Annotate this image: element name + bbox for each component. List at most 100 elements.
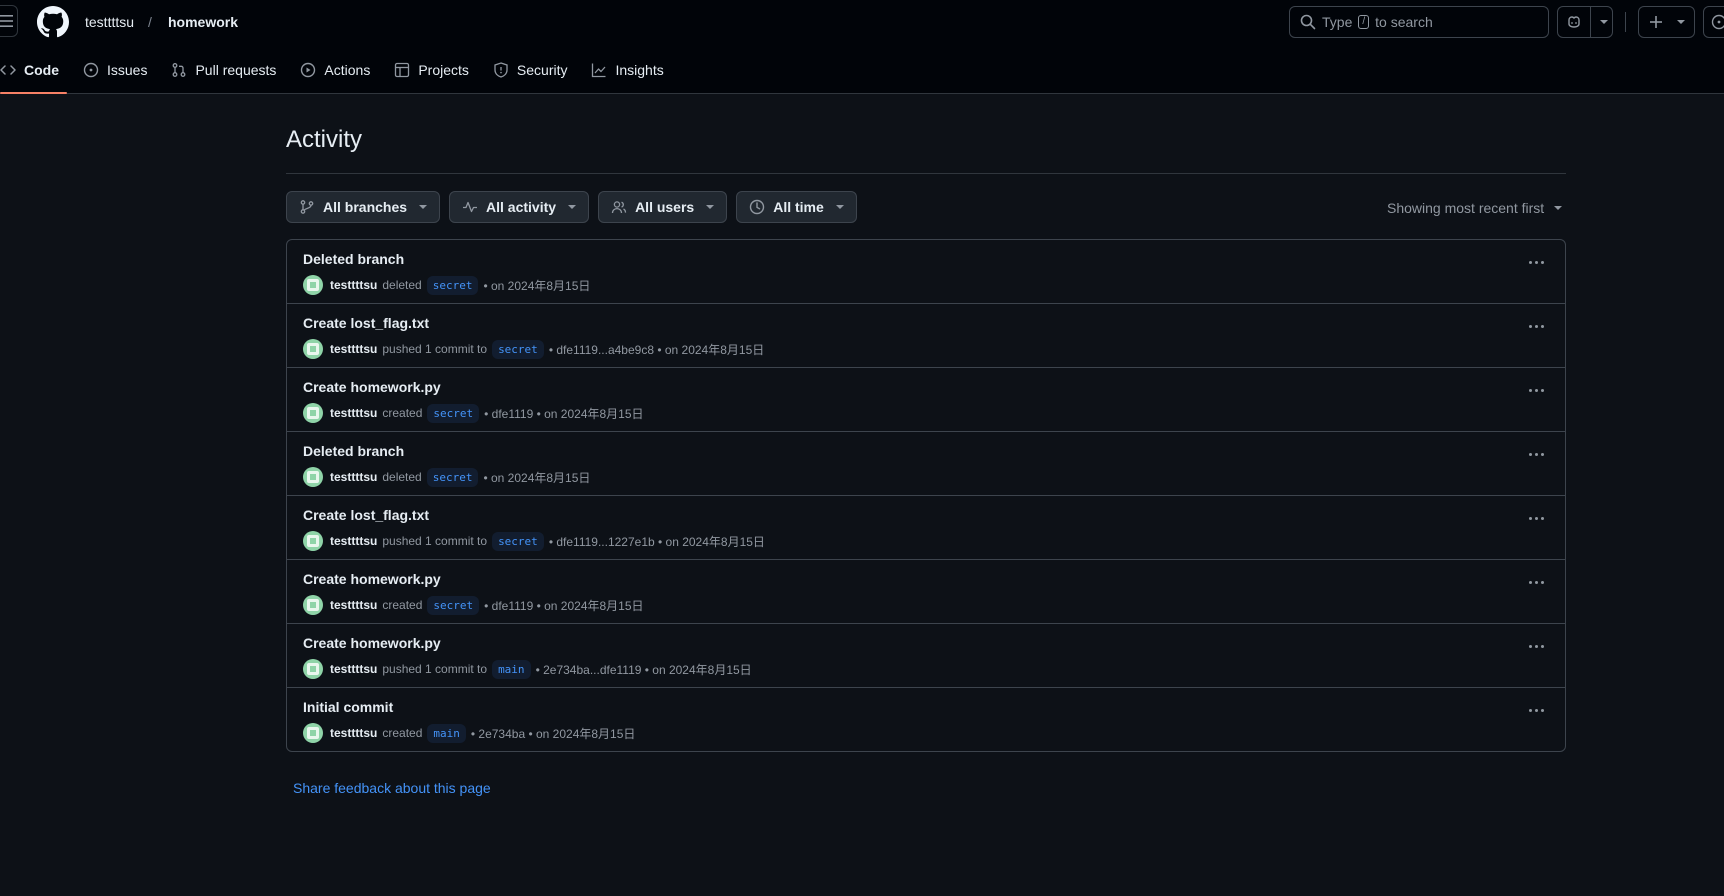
chevron-down-icon <box>835 205 844 209</box>
branch-filter-button[interactable]: All branches <box>286 191 441 223</box>
kebab-horizontal-icon[interactable] <box>1521 380 1551 400</box>
kebab-horizontal-icon[interactable] <box>1521 252 1551 272</box>
activity-meta: testtttsu created secret • dfe1119 • on … <box>303 595 644 615</box>
menu-button[interactable] <box>0 5 18 37</box>
activity-suffix: • dfe1119...1227e1b • on 2024年8月15日 <box>548 534 765 549</box>
activity-title[interactable]: Create homework.py <box>303 635 441 651</box>
activity-meta: testtttsu deleted secret • on 2024年8月15日 <box>303 467 590 487</box>
sort-dropdown[interactable]: Showing most recent first <box>1387 200 1563 216</box>
activity-meta: testtttsu created secret • dfe1119 • on … <box>303 403 644 423</box>
branch-label[interactable]: secret <box>492 339 544 359</box>
branch-label[interactable]: secret <box>426 275 479 295</box>
tab-actions[interactable]: Actions <box>292 52 378 88</box>
git-branch-icon <box>300 200 314 214</box>
breadcrumb-separator: / <box>148 14 152 30</box>
copilot-dropdown[interactable] <box>1591 20 1612 24</box>
chevron-down-icon <box>568 205 577 209</box>
branch-label[interactable]: secret <box>427 595 480 615</box>
activity-title[interactable]: Create lost_flag.txt <box>303 315 429 331</box>
avatar[interactable] <box>303 275 323 295</box>
activity-user[interactable]: testtttsu <box>330 726 377 740</box>
kebab-horizontal-icon[interactable] <box>1521 700 1551 720</box>
activity-user[interactable]: testtttsu <box>330 278 377 292</box>
copilot-icon <box>1568 16 1580 28</box>
chevron-down-icon <box>1554 206 1563 210</box>
github-logo-icon[interactable] <box>37 6 69 38</box>
tab-insights[interactable]: Insights <box>583 52 671 88</box>
activity-user[interactable]: testtttsu <box>330 342 377 356</box>
activity-user[interactable]: testtttsu <box>330 662 377 676</box>
branch-label[interactable]: secret <box>426 467 479 487</box>
tab-label: Issues <box>107 62 148 78</box>
activity-suffix: • 2e734ba...dfe1119 • on 2024年8月15日 <box>535 662 752 677</box>
kebab-horizontal-icon[interactable] <box>1521 444 1551 464</box>
tab-code[interactable]: Code <box>0 52 67 94</box>
activity-suffix: • 2e734ba • on 2024年8月15日 <box>470 726 636 741</box>
avatar[interactable] <box>303 339 323 359</box>
breadcrumb-repo[interactable]: homework <box>168 14 238 30</box>
your-issues-button[interactable] <box>1703 6 1724 38</box>
search-placeholder: Type <box>1322 14 1353 30</box>
list-item: Deleted branch testtttsu deleted secret … <box>287 432 1565 496</box>
avatar[interactable] <box>303 531 323 551</box>
activity-title[interactable]: Create lost_flag.txt <box>303 507 429 523</box>
activity-meta: testtttsu deleted secret • on 2024年8月15日 <box>303 275 590 295</box>
shield-icon <box>494 62 508 78</box>
title-divider <box>286 173 1566 174</box>
activity-suffix: • dfe1119 • on 2024年8月15日 <box>484 406 644 421</box>
copilot-button[interactable] <box>1558 7 1591 37</box>
activity-user[interactable]: testtttsu <box>330 534 377 548</box>
branch-label[interactable]: secret <box>427 403 480 423</box>
activity-suffix: • on 2024年8月15日 <box>483 278 591 293</box>
branch-label[interactable]: main <box>427 723 466 743</box>
activity-suffix: • on 2024年8月15日 <box>483 470 591 485</box>
activity-meta: testtttsu pushed 1 commit to secret • df… <box>303 339 764 359</box>
activity-action: pushed 1 commit to <box>382 342 488 356</box>
issue-opened-icon <box>1711 14 1724 30</box>
table-icon <box>395 62 410 78</box>
list-item: Create homework.py testtttsu created sec… <box>287 560 1565 624</box>
activity-user[interactable]: testtttsu <box>330 470 377 484</box>
kebab-horizontal-icon[interactable] <box>1521 316 1551 336</box>
branch-label[interactable]: main <box>492 659 531 679</box>
copilot-button-group[interactable] <box>1557 6 1613 38</box>
activity-action: deleted <box>382 470 422 484</box>
avatar[interactable] <box>303 659 323 679</box>
tab-projects[interactable]: Projects <box>386 52 477 88</box>
pulse-icon <box>463 201 478 213</box>
people-icon <box>611 201 627 214</box>
users-filter-button[interactable]: All users <box>598 191 728 223</box>
share-feedback-link[interactable]: Share feedback about this page <box>293 780 491 796</box>
avatar[interactable] <box>303 595 323 615</box>
avatar[interactable] <box>303 467 323 487</box>
clock-icon <box>750 199 765 215</box>
tab-security[interactable]: Security <box>485 52 576 88</box>
avatar[interactable] <box>303 723 323 743</box>
activity-user[interactable]: testtttsu <box>330 406 377 420</box>
kebab-horizontal-icon[interactable] <box>1521 508 1551 528</box>
activity-suffix: • dfe1119...a4be9c8 • on 2024年8月15日 <box>548 342 765 357</box>
search-placeholder-suffix: to search <box>1375 14 1433 30</box>
tab-pull-requests[interactable]: Pull requests <box>163 52 284 88</box>
time-filter-label: All time <box>773 199 824 215</box>
breadcrumb-owner[interactable]: testtttsu <box>85 14 134 30</box>
list-item: Create lost_flag.txt testtttsu pushed 1 … <box>287 496 1565 560</box>
activity-title[interactable]: Create homework.py <box>303 379 441 395</box>
time-filter-button[interactable]: All time <box>736 191 857 223</box>
search-icon <box>1300 14 1316 30</box>
hamburger-icon <box>0 15 13 27</box>
activity-title[interactable]: Deleted branch <box>303 251 404 267</box>
chevron-down-icon <box>1599 20 1608 24</box>
search-input[interactable]: Type / to search <box>1289 6 1549 38</box>
tab-issues[interactable]: Issues <box>75 52 155 88</box>
avatar[interactable] <box>303 403 323 423</box>
branch-label[interactable]: secret <box>492 531 544 551</box>
activity-title[interactable]: Deleted branch <box>303 443 404 459</box>
create-new-button[interactable] <box>1638 6 1695 38</box>
activity-title[interactable]: Initial commit <box>303 699 393 715</box>
activity-filter-button[interactable]: All activity <box>449 191 590 223</box>
activity-user[interactable]: testtttsu <box>330 598 377 612</box>
kebab-horizontal-icon[interactable] <box>1521 636 1551 656</box>
activity-title[interactable]: Create homework.py <box>303 571 441 587</box>
kebab-horizontal-icon[interactable] <box>1521 572 1551 592</box>
